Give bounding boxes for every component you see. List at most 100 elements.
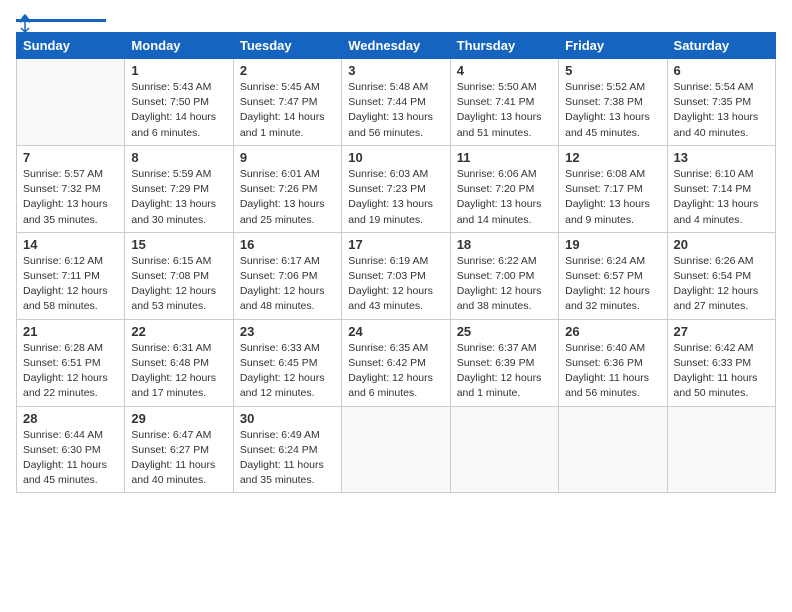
calendar-cell: 20 Sunrise: 6:26 AMSunset: 6:54 PMDayligh… xyxy=(667,232,775,319)
day-info: Sunrise: 6:01 AMSunset: 7:26 PMDaylight:… xyxy=(240,167,335,228)
calendar-cell: 2 Sunrise: 5:45 AMSunset: 7:47 PMDaylight… xyxy=(233,59,341,146)
calendar-header-row: SundayMondayTuesdayWednesdayThursdayFrid… xyxy=(17,33,776,59)
page-header xyxy=(16,16,776,22)
day-number: 12 xyxy=(565,150,660,165)
day-info: Sunrise: 6:12 AMSunset: 7:11 PMDaylight:… xyxy=(23,254,118,315)
day-info: Sunrise: 6:35 AMSunset: 6:42 PMDaylight:… xyxy=(348,341,443,402)
day-number: 3 xyxy=(348,63,443,78)
day-info: Sunrise: 6:15 AMSunset: 7:08 PMDaylight:… xyxy=(131,254,226,315)
day-info: Sunrise: 6:24 AMSunset: 6:57 PMDaylight:… xyxy=(565,254,660,315)
calendar-cell: 15 Sunrise: 6:15 AMSunset: 7:08 PMDayligh… xyxy=(125,232,233,319)
col-header-monday: Monday xyxy=(125,33,233,59)
day-number: 6 xyxy=(674,63,769,78)
calendar-cell: 13 Sunrise: 6:10 AMSunset: 7:14 PMDayligh… xyxy=(667,145,775,232)
calendar-cell: 5 Sunrise: 5:52 AMSunset: 7:38 PMDaylight… xyxy=(559,59,667,146)
calendar-week-row: 1Sunrise: 5:43 AMSunset: 7:50 PMDaylight… xyxy=(17,59,776,146)
day-number: 13 xyxy=(674,150,769,165)
day-number: 4 xyxy=(457,63,552,78)
calendar-cell: 16 Sunrise: 6:17 AMSunset: 7:06 PMDayligh… xyxy=(233,232,341,319)
day-number: 2 xyxy=(240,63,335,78)
calendar-cell: 8 Sunrise: 5:59 AMSunset: 7:29 PMDaylight… xyxy=(125,145,233,232)
calendar-cell xyxy=(342,406,450,493)
logo xyxy=(16,16,106,22)
day-number: 11 xyxy=(457,150,552,165)
day-info: Sunrise: 6:47 AMSunset: 6:27 PMDaylight:… xyxy=(131,428,226,489)
day-number: 27 xyxy=(674,324,769,339)
day-info: Sunrise: 6:37 AMSunset: 6:39 PMDaylight:… xyxy=(457,341,552,402)
calendar-cell xyxy=(667,406,775,493)
day-info: Sunrise: 6:40 AMSunset: 6:36 PMDaylight:… xyxy=(565,341,660,402)
day-number: 21 xyxy=(23,324,118,339)
calendar-cell: 10Sunrise: 6:03 AMSunset: 7:23 PMDayligh… xyxy=(342,145,450,232)
day-info: Sunrise: 5:45 AMSunset: 7:47 PMDaylight:… xyxy=(240,80,335,141)
day-number: 29 xyxy=(131,411,226,426)
day-number: 30 xyxy=(240,411,335,426)
calendar-cell: 30 Sunrise: 6:49 AMSunset: 6:24 PMDayligh… xyxy=(233,406,341,493)
day-info: Sunrise: 6:17 AMSunset: 7:06 PMDaylight:… xyxy=(240,254,335,315)
day-number: 20 xyxy=(674,237,769,252)
day-number: 28 xyxy=(23,411,118,426)
calendar-week-row: 21 Sunrise: 6:28 AMSunset: 6:51 PMDayligh… xyxy=(17,319,776,406)
day-info: Sunrise: 5:50 AMSunset: 7:41 PMDaylight:… xyxy=(457,80,552,141)
calendar-cell: 25 Sunrise: 6:37 AMSunset: 6:39 PMDayligh… xyxy=(450,319,558,406)
col-header-saturday: Saturday xyxy=(667,33,775,59)
calendar-cell: 6Sunrise: 5:54 AMSunset: 7:35 PMDaylight… xyxy=(667,59,775,146)
calendar-cell: 22Sunrise: 6:31 AMSunset: 6:48 PMDayligh… xyxy=(125,319,233,406)
logo-bird-icon xyxy=(16,12,34,34)
day-number: 16 xyxy=(240,237,335,252)
day-number: 15 xyxy=(131,237,226,252)
day-info: Sunrise: 6:26 AMSunset: 6:54 PMDaylight:… xyxy=(674,254,769,315)
col-header-tuesday: Tuesday xyxy=(233,33,341,59)
calendar-cell: 23Sunrise: 6:33 AMSunset: 6:45 PMDayligh… xyxy=(233,319,341,406)
col-header-friday: Friday xyxy=(559,33,667,59)
calendar-week-row: 28 Sunrise: 6:44 AMSunset: 6:30 PMDayligh… xyxy=(17,406,776,493)
calendar-cell: 24Sunrise: 6:35 AMSunset: 6:42 PMDayligh… xyxy=(342,319,450,406)
calendar-cell xyxy=(450,406,558,493)
calendar-cell: 12 Sunrise: 6:08 AMSunset: 7:17 PMDayligh… xyxy=(559,145,667,232)
calendar-cell: 21 Sunrise: 6:28 AMSunset: 6:51 PMDayligh… xyxy=(17,319,125,406)
day-info: Sunrise: 6:44 AMSunset: 6:30 PMDaylight:… xyxy=(23,428,118,489)
day-number: 19 xyxy=(565,237,660,252)
calendar-cell xyxy=(559,406,667,493)
calendar-cell: 19 Sunrise: 6:24 AMSunset: 6:57 PMDayligh… xyxy=(559,232,667,319)
day-info: Sunrise: 5:48 AMSunset: 7:44 PMDaylight:… xyxy=(348,80,443,141)
day-number: 9 xyxy=(240,150,335,165)
calendar-cell: 9 Sunrise: 6:01 AMSunset: 7:26 PMDaylight… xyxy=(233,145,341,232)
day-info: Sunrise: 6:06 AMSunset: 7:20 PMDaylight:… xyxy=(457,167,552,228)
day-number: 14 xyxy=(23,237,118,252)
day-number: 25 xyxy=(457,324,552,339)
day-info: Sunrise: 5:57 AMSunset: 7:32 PMDaylight:… xyxy=(23,167,118,228)
calendar-cell: 18 Sunrise: 6:22 AMSunset: 7:00 PMDayligh… xyxy=(450,232,558,319)
day-number: 7 xyxy=(23,150,118,165)
day-info: Sunrise: 5:59 AMSunset: 7:29 PMDaylight:… xyxy=(131,167,226,228)
calendar-cell: 7 Sunrise: 5:57 AMSunset: 7:32 PMDaylight… xyxy=(17,145,125,232)
calendar-cell xyxy=(17,59,125,146)
day-info: Sunrise: 6:49 AMSunset: 6:24 PMDaylight:… xyxy=(240,428,335,489)
day-info: Sunrise: 6:28 AMSunset: 6:51 PMDaylight:… xyxy=(23,341,118,402)
calendar-table: SundayMondayTuesdayWednesdayThursdayFrid… xyxy=(16,32,776,493)
day-info: Sunrise: 6:22 AMSunset: 7:00 PMDaylight:… xyxy=(457,254,552,315)
col-header-thursday: Thursday xyxy=(450,33,558,59)
day-info: Sunrise: 6:03 AMSunset: 7:23 PMDaylight:… xyxy=(348,167,443,228)
day-number: 5 xyxy=(565,63,660,78)
day-number: 18 xyxy=(457,237,552,252)
calendar-cell: 4 Sunrise: 5:50 AMSunset: 7:41 PMDaylight… xyxy=(450,59,558,146)
day-number: 23 xyxy=(240,324,335,339)
day-number: 1 xyxy=(131,63,226,78)
day-number: 8 xyxy=(131,150,226,165)
calendar-cell: 14 Sunrise: 6:12 AMSunset: 7:11 PMDayligh… xyxy=(17,232,125,319)
day-info: Sunrise: 6:10 AMSunset: 7:14 PMDaylight:… xyxy=(674,167,769,228)
calendar-cell: 28 Sunrise: 6:44 AMSunset: 6:30 PMDayligh… xyxy=(17,406,125,493)
day-info: Sunrise: 6:08 AMSunset: 7:17 PMDaylight:… xyxy=(565,167,660,228)
col-header-sunday: Sunday xyxy=(17,33,125,59)
calendar-cell: 29 Sunrise: 6:47 AMSunset: 6:27 PMDayligh… xyxy=(125,406,233,493)
day-number: 22 xyxy=(131,324,226,339)
calendar-cell: 3 Sunrise: 5:48 AMSunset: 7:44 PMDaylight… xyxy=(342,59,450,146)
calendar-cell: 27Sunrise: 6:42 AMSunset: 6:33 PMDayligh… xyxy=(667,319,775,406)
day-number: 26 xyxy=(565,324,660,339)
col-header-wednesday: Wednesday xyxy=(342,33,450,59)
day-number: 17 xyxy=(348,237,443,252)
calendar-cell: 26 Sunrise: 6:40 AMSunset: 6:36 PMDayligh… xyxy=(559,319,667,406)
day-info: Sunrise: 5:52 AMSunset: 7:38 PMDaylight:… xyxy=(565,80,660,141)
calendar-week-row: 14 Sunrise: 6:12 AMSunset: 7:11 PMDayligh… xyxy=(17,232,776,319)
